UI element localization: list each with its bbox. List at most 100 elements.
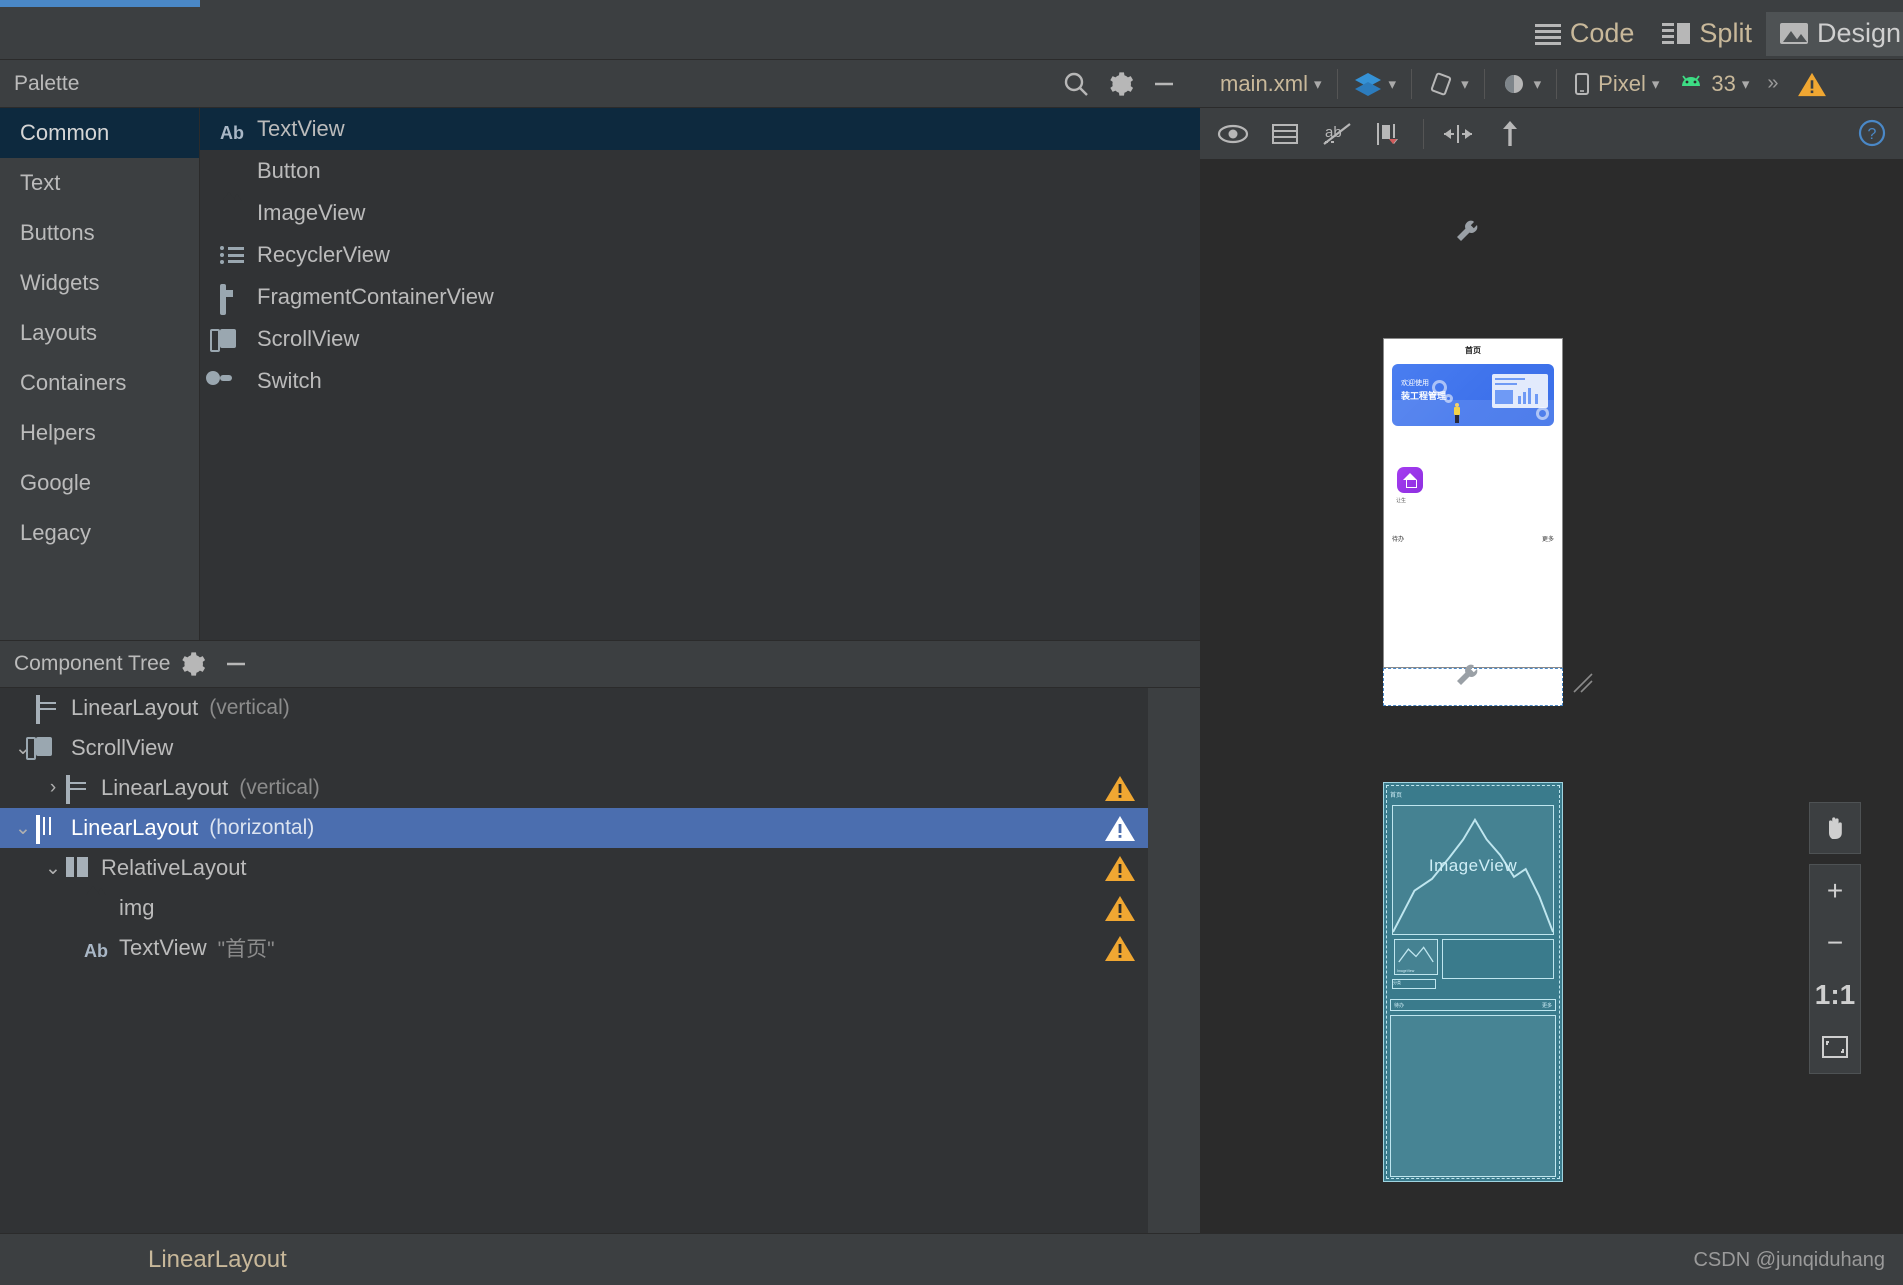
palette-category-containers[interactable]: Containers bbox=[0, 358, 199, 408]
toolbar-overflow-button[interactable]: » bbox=[1759, 64, 1786, 104]
orientation-button[interactable]: ▾ bbox=[1419, 64, 1477, 104]
chevron-down-icon[interactable]: ⌄ bbox=[40, 857, 66, 880]
divider bbox=[1423, 118, 1424, 149]
theme-icon bbox=[1504, 74, 1523, 93]
wrench-icon[interactable] bbox=[1454, 218, 1480, 244]
zoom-controls: + − 1:1 bbox=[1809, 802, 1861, 1074]
resize-handle-icon[interactable] bbox=[1572, 672, 1594, 694]
tree-row-detail: (horizontal) bbox=[209, 816, 315, 839]
tree-row[interactable]: ⌄ RelativeLayout bbox=[0, 848, 1148, 888]
device-selector[interactable]: Pixel ▾ bbox=[1564, 64, 1667, 104]
gear-icon[interactable] bbox=[1098, 62, 1142, 106]
warning-icon[interactable] bbox=[1104, 934, 1136, 962]
eye-icon[interactable] bbox=[1210, 114, 1256, 154]
palette-item-list: Ab TextView Button ImageView RecyclerVie… bbox=[200, 108, 1200, 640]
blueprint-preview[interactable]: 首页 ImageView ImageView 分类 待办 更多 bbox=[1383, 782, 1563, 1182]
file-selector[interactable]: main.xml ▾ bbox=[1212, 64, 1330, 104]
grid-icon[interactable] bbox=[1262, 114, 1308, 154]
preview-banner: 欢迎使用 装工程管理 bbox=[1392, 364, 1554, 426]
warning-icon[interactable] bbox=[1104, 814, 1136, 842]
preview-home-icon[interactable] bbox=[1397, 467, 1423, 493]
tree-row[interactable]: › LinearLayout (vertical) bbox=[0, 768, 1148, 808]
palette-item-label: TextView bbox=[257, 116, 345, 141]
chevron-down-icon[interactable]: ⌄ bbox=[10, 817, 36, 840]
warning-icon[interactable] bbox=[1104, 774, 1136, 802]
palette-item-scrollview[interactable]: ScrollView bbox=[200, 318, 1200, 360]
warning-icon[interactable] bbox=[1104, 894, 1136, 922]
api-selector[interactable]: 33 ▾ bbox=[1669, 64, 1757, 104]
palette-item-button[interactable]: Button bbox=[200, 150, 1200, 192]
minimize-icon[interactable] bbox=[214, 642, 258, 686]
palette-item-imageview[interactable]: ImageView bbox=[200, 192, 1200, 234]
issue-warning-button[interactable] bbox=[1789, 64, 1835, 104]
tree-row-label: ScrollView bbox=[71, 735, 174, 760]
actual-size-button[interactable]: 1:1 bbox=[1810, 969, 1860, 1021]
tree-row[interactable]: img bbox=[0, 888, 1148, 928]
theme-button[interactable]: ▾ bbox=[1492, 64, 1550, 104]
component-tree-header: Component Tree bbox=[0, 640, 1200, 688]
blueprint-small-image[interactable]: ImageView bbox=[1394, 939, 1438, 975]
tree-row[interactable]: Ab TextView "首页" bbox=[0, 928, 1148, 968]
palette-item-label: ImageView bbox=[257, 200, 366, 225]
minimize-icon[interactable] bbox=[1142, 62, 1186, 106]
wrench-icon[interactable] bbox=[1454, 662, 1480, 688]
banner-gear-large bbox=[1432, 380, 1447, 395]
android-studio-layout-editor: Code Split Design Palette Common Text Bu… bbox=[0, 0, 1903, 1285]
tab-split[interactable]: Split bbox=[1648, 12, 1766, 56]
banner-gear-right bbox=[1536, 407, 1549, 420]
watermark: CSDN @junqiduhang bbox=[1693, 1249, 1885, 1271]
palette-category-text[interactable]: Text bbox=[0, 158, 199, 208]
pan-button[interactable] bbox=[1809, 802, 1861, 854]
tab-code[interactable]: Code bbox=[1521, 12, 1649, 56]
linear-vertical-icon bbox=[36, 695, 62, 724]
chevron-down-icon: ▾ bbox=[1388, 75, 1397, 93]
palette-item-label: ScrollView bbox=[257, 326, 360, 351]
autoconnect-off-icon[interactable]: ab bbox=[1314, 114, 1360, 154]
chevron-down-icon: ▾ bbox=[1651, 75, 1660, 93]
clear-constraints-icon[interactable] bbox=[1366, 114, 1412, 154]
warning-icon[interactable] bbox=[1104, 854, 1136, 882]
palette-category-legacy[interactable]: Legacy bbox=[0, 508, 199, 558]
palette-item-label: RecyclerView bbox=[257, 242, 390, 267]
phone-preview[interactable]: 首页 欢迎使用 装工程管理 让生 待办 更多 bbox=[1383, 338, 1563, 668]
palette-body: Common Text Buttons Widgets Layouts Cont… bbox=[0, 108, 1200, 640]
palette-category-buttons[interactable]: Buttons bbox=[0, 208, 199, 258]
tree-row[interactable]: ⌄ LinearLayout (horizontal) bbox=[0, 808, 1148, 848]
layers-button[interactable]: ▾ bbox=[1345, 64, 1405, 104]
search-icon[interactable] bbox=[1054, 62, 1098, 106]
tab-code-label: Code bbox=[1569, 18, 1635, 48]
palette-item-textview[interactable]: Ab TextView bbox=[200, 108, 1200, 150]
tab-design[interactable]: Design bbox=[1765, 11, 1903, 56]
palette-category-widgets[interactable]: Widgets bbox=[0, 258, 199, 308]
design-canvas[interactable]: 首页 欢迎使用 装工程管理 让生 待办 更多 首页 ImageView Imag… bbox=[1200, 160, 1903, 1235]
palette-category-google[interactable]: Google bbox=[0, 458, 199, 508]
button-icon bbox=[220, 161, 244, 181]
fit-screen-button[interactable] bbox=[1810, 1021, 1860, 1073]
design-toolbar: main.xml ▾ ▾ ▾ ▾ Pixel ▾ 33 ▾ » bbox=[1200, 60, 1903, 108]
preview-bottom-left: 待办 bbox=[1392, 537, 1405, 543]
palette-category-helpers[interactable]: Helpers bbox=[0, 408, 199, 458]
palette-category-layouts[interactable]: Layouts bbox=[0, 308, 199, 358]
help-icon[interactable]: ? bbox=[1857, 118, 1887, 153]
left-tool-column: Palette Common Text Buttons Widgets Layo… bbox=[0, 60, 1200, 1285]
tree-row-label: LinearLayout bbox=[71, 695, 199, 720]
palette-item-switch[interactable]: Switch bbox=[200, 360, 1200, 402]
expand-vertical-icon[interactable] bbox=[1487, 114, 1533, 154]
chevron-right-icon[interactable]: › bbox=[40, 777, 66, 799]
blueprint-imageview[interactable]: ImageView bbox=[1392, 805, 1554, 935]
blueprint-right-box[interactable] bbox=[1442, 939, 1554, 979]
palette-category-common[interactable]: Common bbox=[0, 108, 199, 158]
palette-item-fragmentcontainerview[interactable]: FragmentContainerView bbox=[200, 276, 1200, 318]
blueprint-bottom-bar[interactable]: 待办 更多 bbox=[1390, 999, 1556, 1011]
file-name-label: main.xml bbox=[1220, 70, 1309, 96]
align-horizontal-icon[interactable] bbox=[1435, 114, 1481, 154]
tree-row[interactable]: LinearLayout (vertical) bbox=[0, 688, 1148, 728]
palette-item-recyclerview[interactable]: RecyclerView bbox=[200, 234, 1200, 276]
palette-category-list: Common Text Buttons Widgets Layouts Cont… bbox=[0, 108, 200, 640]
palette-header: Palette bbox=[0, 60, 1200, 108]
tree-row[interactable]: ⌄ ScrollView bbox=[0, 728, 1148, 768]
zoom-out-button[interactable]: − bbox=[1810, 917, 1860, 969]
gear-icon[interactable] bbox=[170, 642, 214, 686]
zoom-in-button[interactable]: + bbox=[1810, 865, 1860, 917]
scroll-icon bbox=[36, 737, 62, 759]
